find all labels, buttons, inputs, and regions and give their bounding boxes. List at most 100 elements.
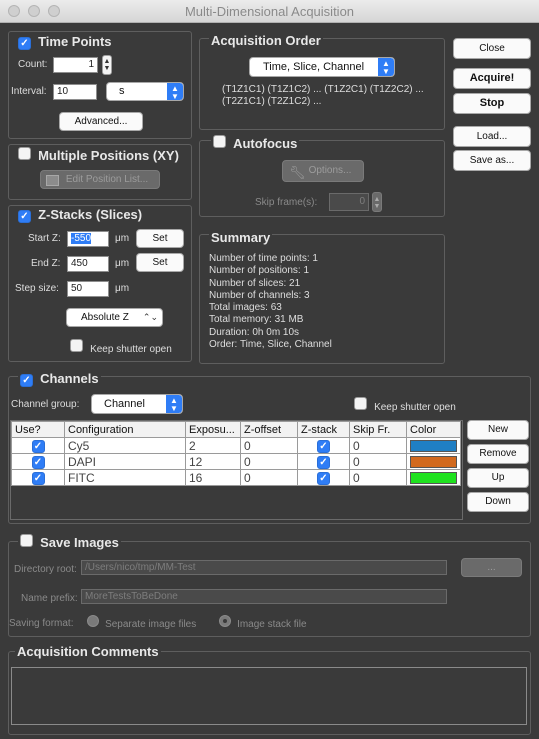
- comments-textarea[interactable]: [11, 667, 527, 725]
- name-prefix-label: Name prefix:: [21, 593, 78, 604]
- autofocus-checkbox[interactable]: [213, 135, 226, 148]
- exposure-cell[interactable]: 16: [185, 469, 241, 486]
- directory-root-field[interactable]: /Users/nico/tmp/MM-Test: [81, 560, 447, 575]
- exposure-cell[interactable]: 2: [185, 437, 241, 454]
- config-cell[interactable]: FITC: [64, 469, 186, 486]
- order-preview-line1: (T1Z1C1) (T1Z1C2) ... (T1Z2C1) (T1Z2C2) …: [222, 84, 424, 95]
- zoffset-cell[interactable]: 0: [240, 453, 298, 470]
- save-images-checkbox[interactable]: [20, 534, 33, 547]
- edit-position-list-button[interactable]: Edit Position List...: [40, 170, 160, 189]
- zstack-row-checkbox[interactable]: ✓: [317, 440, 330, 453]
- autofocus-header[interactable]: Autofocus: [211, 135, 300, 151]
- column-header[interactable]: Configuration: [64, 421, 186, 438]
- exposure-cell[interactable]: 12: [185, 453, 241, 470]
- start-z-unit: μm: [115, 233, 130, 244]
- column-header[interactable]: Z-stack: [297, 421, 350, 438]
- save-images-header[interactable]: Save Images: [18, 534, 121, 550]
- summary-line: Number of channels: 3: [209, 289, 310, 301]
- autofocus-title: Autofocus: [233, 136, 298, 151]
- autofocus-options-button[interactable]: 🔧︎ Options...: [282, 160, 364, 182]
- skip-cell[interactable]: 0: [349, 469, 407, 486]
- channels-title: Channels: [40, 371, 99, 386]
- zstack-row-checkbox[interactable]: ✓: [317, 456, 330, 469]
- title-bar: Multi-Dimensional Acquisition: [0, 0, 539, 23]
- end-z-unit: μm: [115, 258, 130, 269]
- positions-header[interactable]: Multiple Positions (XY): [18, 147, 179, 163]
- new-channel-button[interactable]: New: [467, 420, 529, 440]
- acquire-button[interactable]: Acquire!: [453, 68, 531, 89]
- positions-title: Multiple Positions (XY): [38, 148, 179, 163]
- table-row[interactable]: ✓ FITC 16 0 ✓ 0: [11, 469, 461, 486]
- start-z-field[interactable]: -550: [67, 231, 109, 247]
- remove-channel-button[interactable]: Remove: [467, 444, 529, 464]
- z-mode-select[interactable]: Absolute Z ⌃⌄: [66, 308, 163, 327]
- channel-down-button[interactable]: Down: [467, 492, 529, 512]
- config-cell[interactable]: Cy5: [64, 437, 186, 454]
- image-stack-label: Image stack file: [237, 619, 307, 630]
- image-stack-radio[interactable]: [219, 615, 231, 627]
- step-size-label: Step size:: [15, 283, 59, 294]
- separate-files-option[interactable]: Separate image files: [87, 615, 196, 630]
- time-points-header[interactable]: ✓ Time Points: [18, 34, 112, 50]
- column-header[interactable]: Use?: [11, 421, 65, 438]
- zoffset-cell[interactable]: 0: [240, 469, 298, 486]
- load-button[interactable]: Load...: [453, 126, 531, 147]
- table-row[interactable]: ✓ Cy5 2 0 ✓ 0: [11, 437, 461, 454]
- count-stepper[interactable]: ▲ ▼: [102, 55, 112, 75]
- name-prefix-field[interactable]: MoreTestsToBeDone: [81, 589, 447, 604]
- table-row[interactable]: ✓ DAPI 12 0 ✓ 0: [11, 453, 461, 470]
- time-points-checkbox[interactable]: ✓: [18, 37, 31, 50]
- channels-checkbox[interactable]: ✓: [20, 374, 33, 387]
- zstack-header[interactable]: ✓ Z-Stacks (Slices): [18, 207, 142, 223]
- chevron-updown-icon: ▲ ▼: [378, 58, 394, 76]
- interval-unit-value: s: [119, 85, 125, 97]
- channels-keep-shutter-checkbox[interactable]: [354, 397, 367, 410]
- zstack-row-checkbox[interactable]: ✓: [317, 472, 330, 485]
- end-z-field[interactable]: 450: [67, 256, 109, 272]
- channels-keep-shutter[interactable]: Keep shutter open: [354, 397, 456, 413]
- count-field[interactable]: 1: [53, 57, 98, 73]
- interval-field[interactable]: 10: [53, 84, 97, 100]
- skip-frames-label: Skip frame(s):: [255, 197, 318, 208]
- chevron-updown-icon: ⌃⌄: [142, 312, 158, 322]
- skip-cell[interactable]: 0: [349, 437, 407, 454]
- column-header[interactable]: Exposu...: [185, 421, 241, 438]
- channels-keep-shutter-label: Keep shutter open: [374, 402, 456, 413]
- step-size-field[interactable]: 50: [67, 281, 109, 297]
- color-swatch[interactable]: [410, 471, 457, 484]
- stop-button[interactable]: Stop: [453, 93, 531, 114]
- positions-checkbox[interactable]: [18, 147, 31, 160]
- use-checkbox[interactable]: ✓: [31, 456, 45, 469]
- image-stack-option[interactable]: Image stack file: [219, 615, 307, 630]
- set-start-z-button[interactable]: Set: [136, 229, 184, 248]
- config-cell[interactable]: DAPI: [64, 453, 186, 470]
- browse-directory-button[interactable]: ...: [461, 558, 522, 577]
- skip-frames-stepper[interactable]: ▲ ▼: [372, 192, 382, 212]
- zoffset-cell[interactable]: 0: [240, 437, 298, 454]
- zstack-keep-shutter[interactable]: Keep shutter open: [70, 339, 172, 355]
- set-end-z-button[interactable]: Set: [136, 253, 184, 272]
- advanced-button[interactable]: Advanced...: [59, 112, 143, 131]
- color-swatch[interactable]: [410, 455, 457, 468]
- z-mode-value: Absolute Z: [81, 312, 129, 323]
- zstack-keep-shutter-checkbox[interactable]: [70, 339, 83, 352]
- separate-files-radio[interactable]: [87, 615, 99, 627]
- channels-header[interactable]: ✓ Channels: [18, 371, 101, 387]
- skip-frames-field[interactable]: 0: [329, 193, 369, 211]
- autofocus-options-label: Options...: [308, 165, 352, 176]
- channel-group-select[interactable]: Channel ▲ ▼: [91, 394, 183, 414]
- color-swatch[interactable]: [410, 439, 457, 452]
- column-header[interactable]: Z-offset: [240, 421, 298, 438]
- zstack-checkbox[interactable]: ✓: [18, 210, 31, 223]
- save-as-button[interactable]: Save as...: [453, 150, 531, 171]
- use-checkbox[interactable]: ✓: [31, 472, 45, 485]
- acquisition-order-select[interactable]: Time, Slice, Channel ▲ ▼: [249, 57, 395, 77]
- use-checkbox[interactable]: ✓: [31, 440, 45, 453]
- channel-up-button[interactable]: Up: [467, 468, 529, 488]
- skip-cell[interactable]: 0: [349, 453, 407, 470]
- column-header[interactable]: Skip Fr.: [349, 421, 407, 438]
- interval-unit-select[interactable]: s ▲ ▼: [106, 82, 184, 101]
- column-header[interactable]: Color: [406, 421, 461, 438]
- close-button[interactable]: Close: [453, 38, 531, 59]
- window-title: Multi-Dimensional Acquisition: [184, 4, 355, 19]
